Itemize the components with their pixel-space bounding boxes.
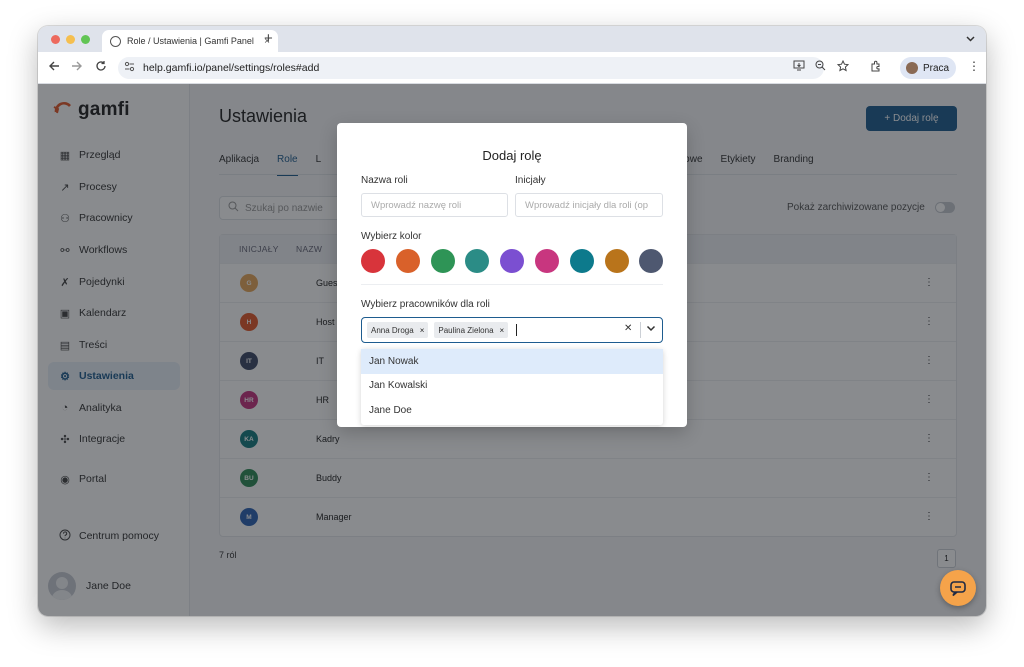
address-bar[interactable]: help.gamfi.io/panel/settings/roles#add [118,57,824,79]
back-button[interactable] [48,60,60,75]
url-text: help.gamfi.io/panel/settings/roles#add [143,62,320,74]
chip-label: Anna Droga [371,325,414,335]
add-role-dialog: Dodaj rolę Nazwa roli Wprowadź nazwę rol… [337,123,687,427]
option-item[interactable]: Jane Doe [361,398,663,423]
chip-remove-icon[interactable]: × [420,326,425,335]
minimize-window-button[interactable] [66,35,75,44]
divider [361,284,663,285]
chip-label: Paulina Zielona [438,325,494,335]
install-app-icon[interactable] [793,60,805,74]
close-window-button[interactable] [51,35,60,44]
globe-icon [110,35,121,47]
profile-label: Praca [923,62,950,74]
chip-remove-icon[interactable]: × [500,326,505,335]
color-swatch[interactable] [361,249,385,273]
selected-chip: Paulina Zielona × [434,322,509,338]
role-name-input[interactable]: Wprowadź nazwę roli [361,193,508,217]
color-picker [361,249,664,273]
maximize-window-button[interactable] [81,35,90,44]
option-item[interactable]: Jan Kowalski [361,374,663,399]
color-swatch[interactable] [569,249,594,273]
reload-icon [96,61,106,71]
color-swatch[interactable] [639,249,664,273]
dialog-title: Dodaj rolę [482,148,542,163]
site-settings-icon[interactable] [124,61,135,75]
clear-selection-icon[interactable]: ✕ [624,323,632,334]
zoom-icon[interactable] [815,60,826,74]
initials-input[interactable]: Wprowadź inicjały dla roli (op [515,193,663,217]
color-label: Wybierz kolor [361,231,422,242]
tab-title: Role / Ustawienia | Gamfi Panel [127,36,254,46]
tab-search-button[interactable] [962,31,978,47]
arrow-right-icon [72,61,82,71]
tab-strip: Role / Ustawienia | Gamfi Panel × + [38,26,986,52]
color-swatch[interactable] [465,249,490,273]
employees-multiselect[interactable]: Anna Droga × Paulina Zielona × ✕ [361,317,663,343]
text-caret [516,324,518,336]
color-swatch[interactable] [430,249,455,273]
role-name-label: Nazwa roli [361,175,408,186]
chat-widget-button[interactable] [940,570,976,606]
browser-window: Role / Ustawienia | Gamfi Panel × + help… [38,26,986,616]
color-swatch[interactable] [604,249,629,273]
arrow-left-icon [49,61,59,71]
dropdown-toggle[interactable] [646,321,656,338]
profile-avatar [906,62,918,74]
employees-options-menu: Jan Nowak Jan Kowalski Jane Doe [361,349,663,425]
indicator-separator [640,322,641,338]
browser-tab[interactable]: Role / Ustawienia | Gamfi Panel × [102,30,278,52]
browser-toolbar: help.gamfi.io/panel/settings/roles#add P… [38,52,986,84]
forward-button[interactable] [71,60,83,75]
initials-label: Inicjały [515,175,546,186]
option-item[interactable]: Jan Nowak [361,349,663,374]
chevron-down-icon [965,36,975,42]
chevron-down-icon [646,325,656,332]
profile-button[interactable]: Praca [900,57,956,79]
selected-chip: Anna Droga × [367,322,429,338]
bookmark-star-icon[interactable] [836,59,850,75]
color-swatch[interactable] [534,249,559,273]
extensions-icon[interactable] [870,60,882,75]
color-swatch[interactable] [500,249,525,273]
employees-label: Wybierz pracowników dla roli [361,299,490,310]
color-swatch[interactable] [395,249,420,273]
reload-button[interactable] [95,60,107,75]
browser-menu-icon[interactable]: ⋮ [968,59,980,73]
chat-icon [950,580,966,596]
new-tab-button[interactable]: + [264,30,273,48]
